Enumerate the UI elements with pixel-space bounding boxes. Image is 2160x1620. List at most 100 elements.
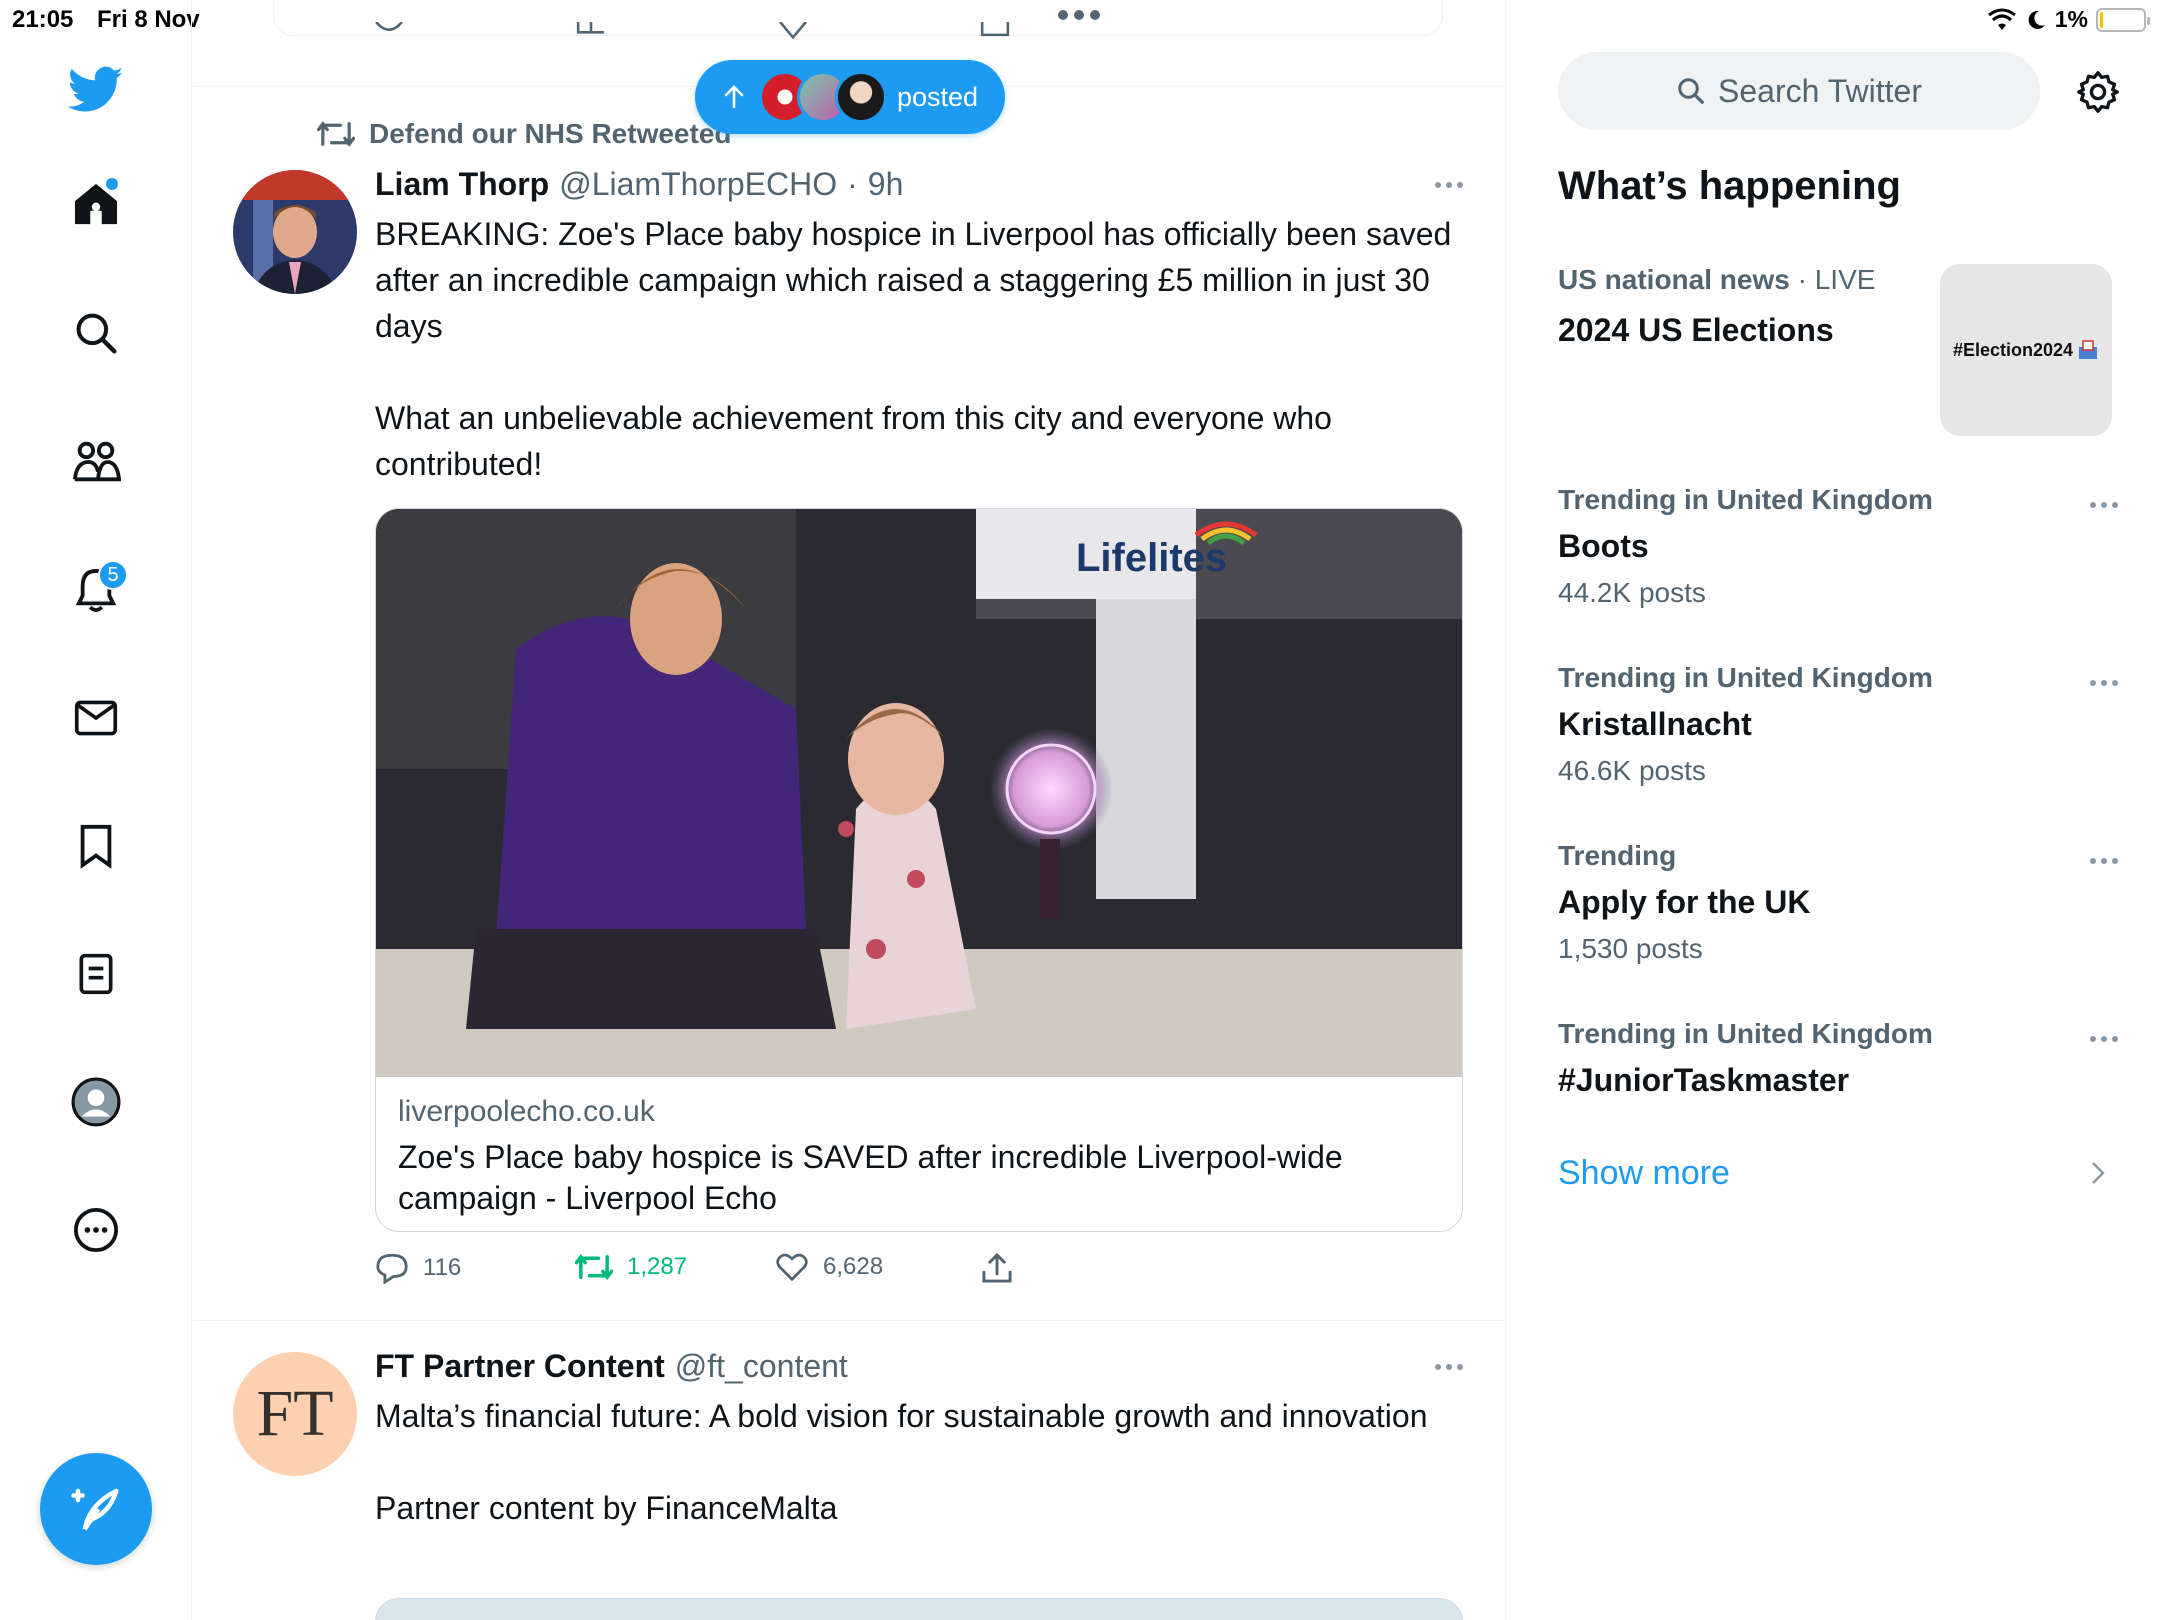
show-more-link[interactable]: Show more xyxy=(1558,1154,1730,1193)
battery-icon xyxy=(2096,7,2150,32)
trend-item[interactable]: Trending in United Kingdom Boots 44.2K p… xyxy=(1558,484,1933,609)
compose-button[interactable] xyxy=(40,1453,152,1565)
chevron-right-icon[interactable] xyxy=(2088,1160,2108,1186)
gear-icon xyxy=(2077,71,2119,113)
trend-meta: Trending in United Kingdom xyxy=(1558,484,1933,515)
election-image-label: #Election2024 xyxy=(1952,339,2074,360)
compose-icon xyxy=(71,1488,119,1531)
sidebar-item-messages[interactable] xyxy=(68,690,124,746)
trend-meta: Trending in United Kingdom xyxy=(1558,1018,1933,1049)
author-name[interactable]: FT Partner Content xyxy=(375,1348,665,1385)
separator-dot: · xyxy=(847,166,858,202)
retweet-icon xyxy=(575,1253,613,1281)
sidebar-item-home[interactable] xyxy=(68,176,124,232)
trend-count: 1,530 posts xyxy=(1558,933,1703,964)
avatar[interactable] xyxy=(233,170,357,294)
profile-icon xyxy=(71,1077,121,1127)
search-icon xyxy=(76,313,117,354)
author-handle[interactable]: @LiamThorpECHO xyxy=(559,166,837,203)
trend-count: 44.2K posts xyxy=(1558,577,1706,608)
reply-icon[interactable] xyxy=(373,22,405,40)
sidebar-item-lists[interactable] xyxy=(68,946,124,1002)
ft-logo-text: FT xyxy=(256,1377,334,1450)
search-icon xyxy=(1678,78,1704,104)
tweet-header: FT Partner Content @ft_content xyxy=(375,1348,848,1385)
sidebar-item-profile[interactable] xyxy=(68,1074,124,1130)
status-right: 1% xyxy=(1987,6,2150,33)
sidebar-item-more[interactable] xyxy=(68,1202,124,1258)
card-domain: liverpoolecho.co.uk xyxy=(398,1095,655,1128)
communities-icon xyxy=(72,441,121,482)
trend-category: US national news xyxy=(1558,264,1790,295)
tweet-actions: 116 1,287 6,628 xyxy=(375,1252,1075,1292)
election-thumbnail[interactable]: #Election2024 xyxy=(1940,264,2112,436)
more-icon xyxy=(73,1207,119,1253)
trend-item[interactable]: Trending in United Kingdom #JuniorTaskma… xyxy=(1558,1018,1933,1099)
trend-more-icon[interactable] xyxy=(2090,858,2118,864)
home-unread-dot xyxy=(106,178,118,190)
pill-avatars xyxy=(759,71,887,123)
reply-button[interactable]: 116 xyxy=(375,1252,461,1284)
live-label: LIVE xyxy=(1814,264,1876,295)
tweet-media-preview[interactable] xyxy=(375,1598,1463,1620)
trend-meta: Trending in United Kingdom xyxy=(1558,662,1933,693)
ballot-box-icon xyxy=(2079,340,2098,359)
trend-name: #JuniorTaskmaster xyxy=(1558,1062,1850,1098)
sidebar-item-notifications[interactable]: 5 xyxy=(68,560,128,618)
share-icon xyxy=(982,1252,1012,1283)
link-card[interactable]: Lifelites liverpoolecho.co.uk Zoe's Plac… xyxy=(375,508,1463,1232)
avatar[interactable]: FT xyxy=(233,1352,357,1476)
divider xyxy=(193,1320,1505,1321)
trend-meta: Trending xyxy=(1558,840,1677,871)
trend-count: 46.6K posts xyxy=(1558,755,1706,786)
sidebar-item-bookmarks[interactable] xyxy=(68,818,124,874)
card-image: Lifelites xyxy=(376,509,1462,1077)
moon-icon xyxy=(2028,10,2045,29)
arrow-up-icon xyxy=(724,85,744,109)
share-icon[interactable] xyxy=(979,22,1011,40)
timeline[interactable]: Defend our NHS Retweeted Liam Thorp @Lia… xyxy=(193,0,1506,1620)
trend-title: 2024 US Elections xyxy=(1558,312,1834,348)
tweet-time[interactable]: 9h xyxy=(868,166,904,203)
like-count: 6,628 xyxy=(823,1253,884,1280)
like-icon xyxy=(776,1253,808,1282)
reply-icon xyxy=(376,1253,408,1284)
posted-label: posted xyxy=(897,81,979,112)
retweet-icon[interactable] xyxy=(575,22,607,40)
like-icon[interactable] xyxy=(777,22,809,40)
retweet-count: 1,287 xyxy=(627,1253,688,1280)
share-button[interactable] xyxy=(981,1252,1013,1284)
tweet-header: Liam Thorp @LiamThorpECHO · 9h xyxy=(375,166,903,203)
sidebar-item-explore[interactable] xyxy=(68,305,124,361)
retweet-button[interactable]: 1,287 xyxy=(575,1252,687,1282)
avatar xyxy=(835,71,887,123)
trend-item[interactable]: Trending in United Kingdom Kristallnacht… xyxy=(1558,662,1933,787)
featured-trend[interactable]: US national news · LIVE 2024 US Election… xyxy=(1558,264,1875,349)
author-handle[interactable]: @ft_content xyxy=(675,1348,848,1385)
retweet-icon xyxy=(317,121,355,147)
trend-more-icon[interactable] xyxy=(2090,680,2118,686)
trend-name: Kristallnacht xyxy=(1558,706,1752,742)
battery-percent: 1% xyxy=(2054,6,2088,32)
twitter-logo-icon[interactable] xyxy=(68,62,124,118)
author-name[interactable]: Liam Thorp xyxy=(375,166,549,203)
trend-more-icon[interactable] xyxy=(2090,502,2118,508)
image-sign-text: Lifelites xyxy=(1076,536,1227,580)
reply-count: 116 xyxy=(423,1254,462,1281)
separator-dot: · xyxy=(1789,264,1815,295)
retweet-context[interactable]: Defend our NHS Retweeted xyxy=(317,118,732,150)
like-button[interactable]: 6,628 xyxy=(775,1252,883,1282)
search-placeholder: Search Twitter xyxy=(1718,72,1922,109)
settings-button[interactable] xyxy=(2070,64,2126,120)
sidebar-item-communities[interactable] xyxy=(68,434,124,490)
trend-more-icon[interactable] xyxy=(2090,1036,2118,1042)
previous-tweet-actions xyxy=(373,22,1213,52)
tweet-more-icon[interactable] xyxy=(1435,1364,1463,1370)
new-posts-pill[interactable]: posted xyxy=(695,60,1005,134)
wifi-icon xyxy=(1987,8,2016,30)
trend-item[interactable]: Trending Apply for the UK 1,530 posts xyxy=(1558,840,1810,965)
messages-icon xyxy=(74,700,118,736)
search-input[interactable]: Search Twitter xyxy=(1558,52,2040,130)
tweet-more-icon[interactable] xyxy=(1435,182,1463,188)
tweet-text: Malta’s financial future: A bold vision … xyxy=(375,1398,1428,1526)
